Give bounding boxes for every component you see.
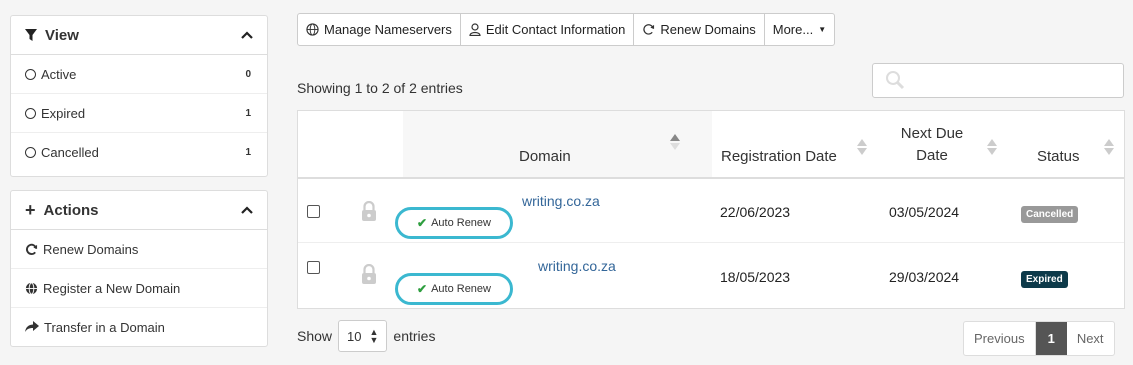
renew-domains-button[interactable]: Renew Domains bbox=[634, 14, 765, 45]
view-filter-expired[interactable]: Expired 1 bbox=[11, 94, 267, 133]
row-checkbox[interactable] bbox=[307, 261, 320, 274]
view-filter-count: 1 bbox=[245, 107, 251, 119]
more-dropdown-button[interactable]: More... ▼ bbox=[765, 14, 834, 45]
button-label: Edit Contact Information bbox=[485, 22, 626, 37]
page-length-control: Show 10 ▲ ▼ entries bbox=[297, 320, 435, 352]
radio-icon[interactable] bbox=[25, 146, 36, 158]
action-label: Register a New Domain bbox=[43, 280, 181, 296]
view-panel-title: View bbox=[45, 26, 79, 44]
caret-down-icon: ▼ bbox=[818, 25, 827, 34]
header-checkbox-col bbox=[298, 111, 403, 179]
chevron-up-icon[interactable] bbox=[241, 31, 253, 39]
header-status-label: Status bbox=[1037, 148, 1080, 165]
auto-renew-label: Auto Renew bbox=[431, 283, 491, 295]
header-registration-date[interactable]: Registration Date bbox=[712, 111, 874, 179]
lock-icon bbox=[362, 201, 376, 221]
header-next-due-date[interactable]: Next Due Date bbox=[874, 111, 1004, 179]
action-transfer-domain[interactable]: Transfer in a Domain bbox=[11, 308, 267, 346]
view-filter-count: 0 bbox=[245, 68, 251, 80]
user-icon bbox=[469, 23, 481, 36]
sort-icon bbox=[857, 139, 867, 155]
previous-page-button[interactable]: Previous bbox=[964, 322, 1036, 355]
sort-icon bbox=[1104, 139, 1114, 155]
refresh-icon bbox=[643, 24, 655, 35]
header-domain[interactable]: Domain bbox=[403, 111, 712, 179]
action-renew-domains[interactable]: Renew Domains bbox=[11, 230, 267, 269]
toolbar: Manage Nameservers Edit Contact Informat… bbox=[297, 13, 836, 46]
view-filter-active[interactable]: Active 0 bbox=[11, 55, 267, 94]
actions-panel-title: Actions bbox=[43, 201, 99, 219]
table-row[interactable]: ✔ Auto Renew writing.co.za 18/05/2023 29/… bbox=[298, 243, 1124, 307]
button-label: Renew Domains bbox=[660, 22, 756, 37]
status-badge: Expired bbox=[1021, 271, 1068, 288]
action-register-domain[interactable]: Register a New Domain bbox=[11, 269, 267, 308]
auto-renew-label: Auto Renew bbox=[431, 217, 491, 229]
header-status[interactable]: Status bbox=[1004, 111, 1124, 179]
sort-icon bbox=[987, 139, 997, 155]
lock-icon bbox=[362, 264, 376, 284]
table-row[interactable]: ✔ Auto Renew writing.co.za 22/06/2023 03/… bbox=[298, 179, 1124, 243]
header-next-due-label: Next Due Date bbox=[897, 123, 967, 167]
radio-icon[interactable] bbox=[25, 107, 36, 119]
view-filter-label: Active bbox=[41, 66, 77, 82]
domain-link[interactable]: writing.co.za bbox=[538, 258, 616, 274]
button-label: Manage Nameservers bbox=[324, 22, 452, 37]
view-panel-header[interactable]: View bbox=[11, 16, 267, 55]
view-filter-cancelled[interactable]: Cancelled 1 bbox=[11, 133, 267, 171]
view-filter-label: Cancelled bbox=[41, 144, 99, 160]
sort-arrows-icon: ▲ ▼ bbox=[369, 327, 379, 345]
show-label: Show bbox=[297, 328, 333, 344]
entries-label: entries bbox=[393, 328, 436, 344]
next-due-date: 03/05/2024 bbox=[889, 204, 960, 220]
check-icon: ✔ bbox=[417, 216, 428, 230]
page-1-button[interactable]: 1 bbox=[1035, 322, 1067, 355]
share-arrow-icon bbox=[25, 321, 39, 332]
button-label: More... bbox=[772, 22, 814, 37]
search-icon bbox=[886, 71, 905, 90]
header-next-due-line: Date bbox=[916, 147, 948, 164]
page-size-select[interactable]: 10 ▲ ▼ bbox=[338, 320, 388, 352]
search-input[interactable] bbox=[872, 63, 1124, 98]
view-panel: View Active 0 Expired 1 Cancelled 1 bbox=[10, 15, 268, 177]
entries-info: Showing 1 to 2 of 2 entries bbox=[297, 80, 463, 96]
next-page-button[interactable]: Next bbox=[1067, 322, 1114, 355]
plus-icon: + bbox=[25, 200, 36, 220]
radio-icon[interactable] bbox=[25, 68, 36, 80]
actions-panel-header[interactable]: + Actions bbox=[11, 191, 267, 230]
action-label: Transfer in a Domain bbox=[44, 319, 165, 335]
pagination: Previous 1 Next bbox=[963, 321, 1115, 356]
domain-link[interactable]: writing.co.za bbox=[522, 193, 600, 209]
next-due-date: 29/03/2024 bbox=[889, 269, 960, 285]
view-filter-count: 1 bbox=[245, 146, 251, 158]
header-next-due-line: Next Due bbox=[900, 125, 964, 142]
sort-icon bbox=[670, 134, 680, 150]
auto-renew-badge: ✔ Auto Renew bbox=[395, 207, 513, 239]
status-badge: Cancelled bbox=[1021, 206, 1079, 223]
row-checkbox[interactable] bbox=[307, 205, 320, 218]
domains-table: Domain Registration Date Next Due Date St… bbox=[297, 110, 1125, 309]
filter-icon bbox=[25, 28, 37, 41]
view-filter-label: Expired bbox=[41, 105, 86, 121]
header-registration-label: Registration Date bbox=[721, 148, 837, 165]
chevron-up-icon[interactable] bbox=[241, 206, 253, 214]
manage-nameservers-button[interactable]: Manage Nameservers bbox=[298, 14, 461, 45]
actions-panel: + Actions Renew Domains Register a New D… bbox=[10, 190, 268, 347]
edit-contact-button[interactable]: Edit Contact Information bbox=[461, 14, 635, 45]
page-size-value: 10 bbox=[347, 328, 362, 344]
globe-icon bbox=[25, 281, 38, 295]
check-icon: ✔ bbox=[417, 282, 428, 296]
header-domain-label: Domain bbox=[519, 148, 571, 165]
refresh-icon bbox=[26, 243, 38, 255]
auto-renew-badge: ✔ Auto Renew bbox=[395, 273, 513, 305]
globe-icon bbox=[306, 23, 319, 36]
action-label: Renew Domains bbox=[43, 241, 139, 257]
registration-date: 18/05/2023 bbox=[720, 269, 791, 285]
registration-date: 22/06/2023 bbox=[720, 204, 791, 220]
